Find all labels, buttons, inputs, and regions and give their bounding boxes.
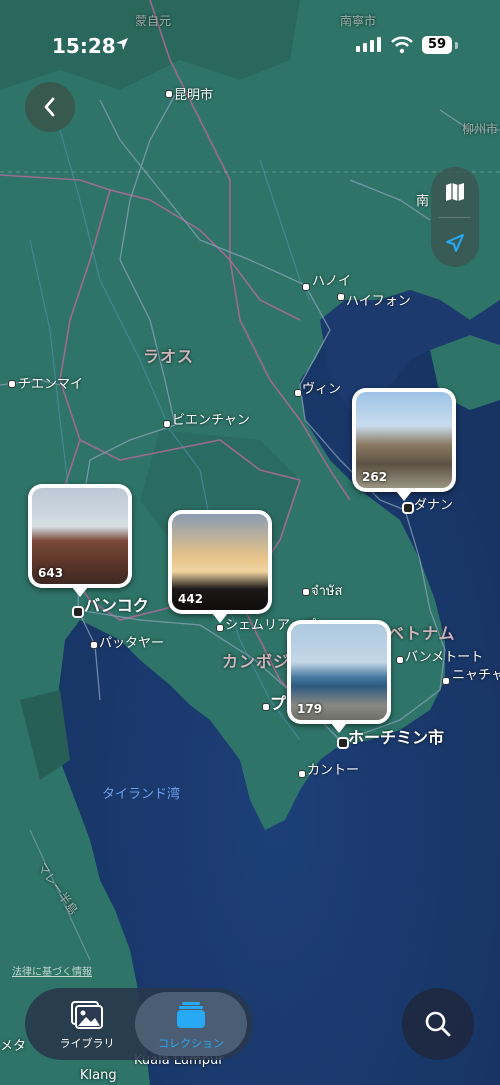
map-dot-cantho xyxy=(298,770,306,778)
map-label-cantho: カントー xyxy=(307,763,360,778)
map-dot-nhatrang xyxy=(442,677,450,685)
photo-pin-siemreap[interactable]: 442 xyxy=(168,510,272,623)
back-chevron-icon xyxy=(44,97,55,117)
tab-collection-label: コレクション xyxy=(158,1037,224,1050)
map-label-chiangmai: チエンマイ xyxy=(18,377,84,392)
map-dot-danang xyxy=(402,502,414,514)
map-dot-phnompenh xyxy=(262,703,270,711)
wifi-icon xyxy=(391,36,413,54)
map-label-klang: Klang xyxy=(80,1068,117,1083)
map-label-hanoi: ハノイ xyxy=(312,274,352,289)
map-label-haiphong: ハイフォン xyxy=(346,294,411,309)
map-icon xyxy=(446,183,464,201)
pin-thumbnail: 179 xyxy=(291,624,387,720)
pin-count: 262 xyxy=(362,470,388,484)
collection-icon xyxy=(177,1002,205,1028)
map-label-vientiane: ビエンチャン xyxy=(172,413,250,428)
tab-bar: ライブラリ コレクション xyxy=(25,988,253,1060)
tab-collection[interactable]: コレクション xyxy=(135,992,247,1056)
map-label-phnompenh: プ xyxy=(270,694,287,713)
battery-cap xyxy=(455,42,458,49)
map-label-liuzhou: 柳州市 xyxy=(462,122,499,136)
signal-icon xyxy=(356,37,381,52)
map-dot-haiphong xyxy=(337,293,345,301)
map-label-vinh: ヴィン xyxy=(302,382,342,397)
map-style-button[interactable] xyxy=(431,169,479,215)
map-label-gulf: タイランド湾 xyxy=(102,787,181,802)
back-button[interactable] xyxy=(25,82,75,132)
current-location-button[interactable] xyxy=(431,220,479,266)
pin-thumbnail: 643 xyxy=(32,488,128,584)
map-label-danang: ダナン xyxy=(414,498,454,513)
pin-thumbnail: 262 xyxy=(356,392,452,488)
map-label-meta: メタ xyxy=(0,1039,27,1054)
map-label-vietnam: ベトナム xyxy=(388,624,456,643)
map-dot-pattaya xyxy=(90,641,98,649)
location-arrow-icon xyxy=(446,234,464,252)
map-dot-hanoi xyxy=(302,283,310,291)
map-dot-pleiku xyxy=(302,588,310,596)
map-label-laos: ラオス xyxy=(143,347,195,366)
pin-count: 643 xyxy=(38,566,64,580)
map-dot-siemreap xyxy=(216,624,224,632)
map-label-pleiku: จ๋าษัส xyxy=(311,584,343,599)
map-dot-bangkok xyxy=(72,606,84,618)
tab-library[interactable]: ライブラリ xyxy=(31,992,143,1056)
status-bar: 15:28 59 xyxy=(0,0,500,90)
photo-pin-danang[interactable]: 262 xyxy=(352,388,456,501)
legal-link[interactable]: 法律に基づく情報 xyxy=(12,963,92,978)
controls-divider xyxy=(439,217,471,218)
map-dot-vinh xyxy=(294,389,302,397)
map-label-pattaya: パッタヤー xyxy=(99,636,165,651)
tab-library-label: ライブラリ xyxy=(59,1037,115,1050)
map-controls xyxy=(431,167,479,267)
photo-pin-bangkok[interactable]: 643 xyxy=(28,484,132,597)
status-time: 15:28 xyxy=(52,34,116,58)
search-button[interactable] xyxy=(402,988,474,1060)
map-label-bangkok: バンコク xyxy=(84,596,149,615)
location-arrow-icon xyxy=(116,38,128,50)
map-label-nan: 南 xyxy=(416,194,430,209)
map-dot-kunming xyxy=(165,90,173,98)
map-dot-vientiane xyxy=(163,420,171,428)
map-dot-chiangmai xyxy=(8,380,16,388)
map-label-buonmathuot: バンメトート xyxy=(405,650,484,665)
map-label-cambodia: カンボジ xyxy=(222,652,291,671)
map-screen: 蒙自元 南寧市 昆明市 柳州市 南 ハノイ ハイフォン ラオス チエンマイ ヴィ… xyxy=(0,0,500,1085)
photos-icon xyxy=(71,1001,103,1029)
pin-count: 442 xyxy=(178,592,204,606)
battery-indicator: 59 xyxy=(422,36,452,54)
photo-pin-hcmc[interactable]: 179 xyxy=(287,620,391,733)
pin-count: 179 xyxy=(297,702,323,716)
map-label-hcmc: ホーチミン市 xyxy=(348,728,445,747)
search-icon xyxy=(425,1011,451,1037)
map-dot-buonmathuot xyxy=(396,656,404,664)
pin-thumbnail: 442 xyxy=(172,514,268,610)
map-label-nhatrang: ニャチャ xyxy=(452,668,500,683)
